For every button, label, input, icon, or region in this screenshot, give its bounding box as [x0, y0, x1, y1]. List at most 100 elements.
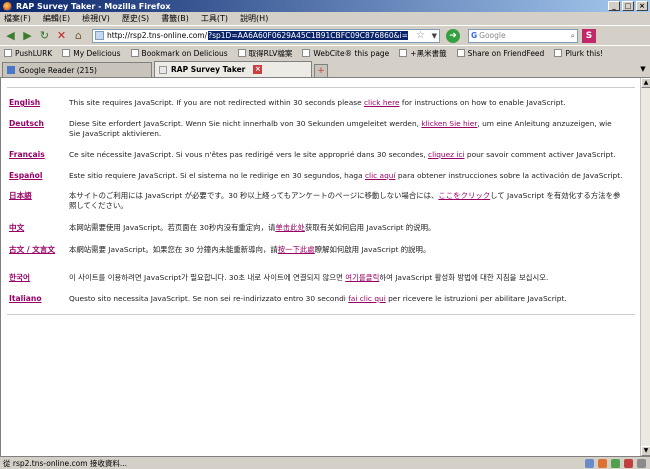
reload-icon[interactable]: ↻	[37, 28, 52, 43]
language-message: Ce site nécessite JavaScript. Si vous n'…	[69, 150, 616, 159]
tab-rap-survey-taker[interactable]: RAP Survey Taker ×	[154, 61, 312, 77]
menu-edit[interactable]: 編輯(E)	[43, 13, 70, 24]
scroll-down-icon[interactable]: ▼	[641, 446, 650, 456]
divider	[7, 87, 635, 88]
window-controls: _ □ ×	[608, 1, 648, 11]
window-title-bar: RAP Survey Taker - Mozilla Firefox _ □ ×	[0, 0, 650, 12]
url-bar[interactable]: http://rsp2.tns-online.com/ ?sp1D=AA6A60…	[92, 28, 440, 43]
instructions-link[interactable]: 单击此处	[275, 223, 305, 232]
page-icon	[159, 65, 167, 74]
bookmark-star-icon[interactable]: ☆	[416, 30, 425, 42]
language-link-korean[interactable]: 한국어	[9, 273, 65, 283]
instructions-link[interactable]: 여기를클릭	[345, 273, 379, 282]
window-title: RAP Survey Taker - Mozilla Firefox	[16, 1, 171, 11]
addon-status-icon[interactable]	[611, 458, 620, 468]
search-icon[interactable]: ⌕	[571, 31, 575, 41]
scroll-up-icon[interactable]: ▲	[641, 78, 650, 88]
language-link-francais[interactable]: Français	[9, 150, 65, 160]
google-icon[interactable]: G	[471, 31, 477, 40]
bookmark-icon	[62, 49, 71, 57]
language-message: Este sitio requiere JavaScript. Si el si…	[69, 171, 623, 180]
url-dropdown-icon[interactable]: ▼	[432, 30, 437, 42]
language-link-deutsch[interactable]: Deutsch	[9, 119, 65, 129]
tab-list-dropdown-icon[interactable]: ▼	[638, 65, 648, 75]
site-favicon-icon	[95, 31, 104, 40]
bookmark-item[interactable]: Share on FriendFeed	[456, 49, 544, 58]
status-bar: 從 rsp2.tns-online.com 接收資料...	[0, 456, 650, 469]
vertical-scrollbar[interactable]: ▲ ▼	[640, 78, 650, 456]
tab-strip: Google Reader (215) RAP Survey Taker × +…	[0, 61, 650, 78]
bookmark-icon	[130, 49, 139, 57]
new-tab-button[interactable]: +	[314, 64, 328, 77]
bookmark-icon	[237, 49, 246, 57]
instructions-link[interactable]: 按一下此處	[278, 245, 315, 254]
addon-status-icon[interactable]	[624, 458, 633, 468]
bookmark-icon	[399, 49, 408, 57]
language-message: This site requires JavaScript. If you ar…	[69, 98, 566, 107]
language-link-english[interactable]: English	[9, 98, 65, 108]
navigation-toolbar: ◀ ▶ ↻ ✕ ⌂ http://rsp2.tns-online.com/ ?s…	[0, 25, 650, 45]
back-arrow-icon[interactable]: ◀	[3, 28, 18, 43]
status-icons	[585, 458, 646, 468]
addon-status-icon[interactable]	[585, 458, 594, 468]
search-box[interactable]: G Google ⌕	[468, 28, 578, 43]
language-link-japanese[interactable]: 日本語	[9, 191, 65, 201]
bookmark-item[interactable]: 取得RLV檔案	[237, 48, 292, 59]
menu-help[interactable]: 說明(H)	[240, 13, 268, 24]
menu-view[interactable]: 檢視(V)	[82, 13, 110, 24]
bookmark-icon	[456, 49, 465, 57]
instructions-link[interactable]: klicken Sie hier	[421, 119, 477, 128]
url-selected-text: ?sp1D=AA6A60F0629A45C1B91CBFC09C876860&i…	[208, 31, 408, 40]
bookmarks-toolbar: PushLURK My Delicious Bookmark on Delici…	[0, 45, 650, 60]
menu-file[interactable]: 檔案(F)	[4, 13, 31, 24]
language-link-espanol[interactable]: Español	[9, 171, 65, 181]
tab-label: Google Reader (215)	[19, 65, 97, 75]
maximize-button[interactable]: □	[622, 1, 634, 11]
language-link-chinese-simplified[interactable]: 中文	[9, 223, 65, 233]
bookmark-item[interactable]: +黑米書籤	[399, 48, 447, 59]
instructions-link[interactable]: click here	[364, 98, 400, 107]
addon-status-icon[interactable]	[598, 458, 607, 468]
language-link-chinese-traditional[interactable]: 古文 / 文言文	[9, 245, 65, 255]
tab-label: RAP Survey Taker	[171, 65, 246, 74]
language-message: Questo sito necessita JavaScript. Se non…	[69, 294, 567, 303]
firefox-icon	[3, 1, 12, 11]
instructions-link[interactable]: cliquez ici	[428, 150, 465, 159]
forward-arrow-icon[interactable]: ▶	[20, 28, 35, 43]
language-message: 이 사이트를 이용하려면 JavaScript가 필요합니다. 30초 내로 사…	[69, 273, 549, 282]
bookmark-icon	[4, 49, 12, 57]
page-content: English This site requires JavaScript. I…	[0, 78, 640, 456]
tab-google-reader[interactable]: Google Reader (215)	[2, 62, 152, 77]
menu-bar: 檔案(F) 編輯(E) 檢視(V) 歷史(S) 書籤(B) 工具(T) 說明(H…	[0, 12, 650, 25]
instructions-link[interactable]: clic aquí	[365, 171, 396, 180]
url-prefix: http://rsp2.tns-online.com/	[107, 31, 208, 40]
bookmark-item[interactable]: My Delicious	[62, 49, 121, 58]
close-button[interactable]: ×	[636, 1, 648, 11]
addon-s-button[interactable]: S	[582, 28, 596, 43]
bookmark-item[interactable]: Plurk this!	[554, 49, 603, 58]
bookmark-item[interactable]: PushLURK	[4, 49, 52, 58]
instructions-link[interactable]: ここをクリック	[438, 191, 490, 200]
instructions-link[interactable]: fai clic qui	[348, 294, 386, 303]
menu-history[interactable]: 歷史(S)	[122, 13, 149, 24]
status-text: 從 rsp2.tns-online.com 接收資料...	[3, 458, 128, 468]
language-message: Diese Site erfordert JavaScript. Wenn Si…	[69, 119, 612, 138]
language-link-italiano[interactable]: Italiano	[9, 294, 65, 304]
minimize-button[interactable]: _	[608, 1, 620, 11]
language-message: 本サイトのご利用には JavaScript が必要です。30 秒以上経ってもアン…	[69, 191, 621, 210]
bookmark-item[interactable]: Bookmark on Delicious	[130, 49, 228, 58]
go-arrow-icon[interactable]: ➜	[446, 28, 460, 43]
menu-bookmarks[interactable]: 書籤(B)	[161, 13, 189, 24]
divider	[7, 314, 635, 315]
search-placeholder: Google	[479, 31, 506, 40]
language-message: 本网站需要使用 JavaScript。若页面在 30秒内没有重定向，请单击此处获…	[69, 223, 436, 232]
close-tab-icon[interactable]: ×	[253, 65, 263, 74]
google-reader-icon	[7, 66, 15, 74]
menu-tools[interactable]: 工具(T)	[201, 13, 228, 24]
bookmark-item[interactable]: WebCite® this page	[302, 49, 389, 58]
language-message: 本網站需要 JavaScript。如果您在 30 分鐘內未能重新導向，請按一下此…	[69, 245, 431, 254]
home-icon[interactable]: ⌂	[71, 28, 86, 43]
addon-status-icon[interactable]	[637, 458, 646, 468]
bookmark-icon	[302, 49, 311, 57]
stop-icon[interactable]: ✕	[54, 28, 69, 43]
